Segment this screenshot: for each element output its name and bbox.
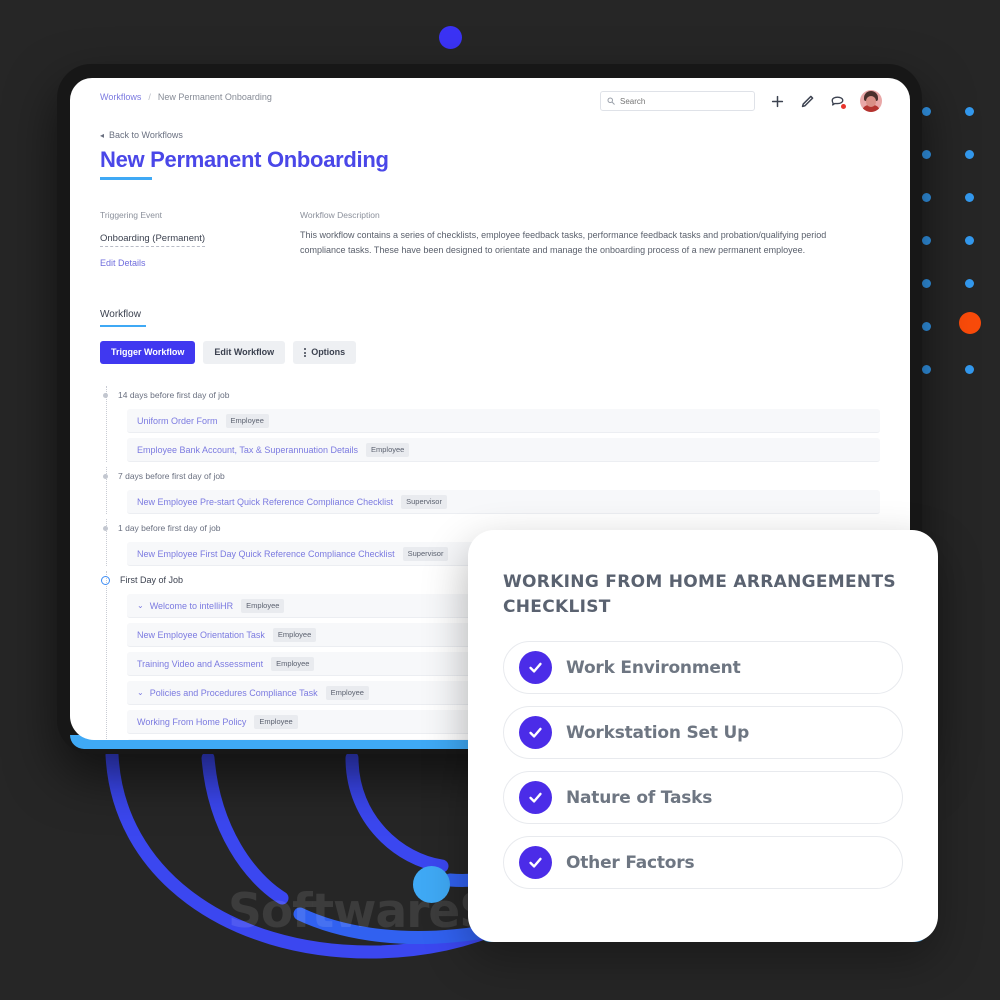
checklist-item[interactable]: Work Environment xyxy=(503,641,903,695)
page-title: New Permanent Onboarding xyxy=(100,147,389,172)
options-button[interactable]: Options xyxy=(293,341,357,364)
checklist-item-label: Workstation Set Up xyxy=(566,722,750,743)
page-title-wrap: New Permanent Onboarding xyxy=(100,140,880,180)
search-box[interactable] xyxy=(600,91,755,111)
breadcrumb-separator: / xyxy=(148,92,151,102)
meta-row: Triggering Event Onboarding (Permanent) … xyxy=(100,210,880,268)
checklist-items: Work Environment Workstation Set Up Nature… xyxy=(503,641,903,890)
back-caret-icon: ◂ xyxy=(100,130,105,140)
triggering-event-block: Triggering Event Onboarding (Permanent) … xyxy=(100,210,300,268)
task-row-link[interactable]: Policies and Procedures Compliance Task xyxy=(150,688,318,698)
checklist-item-label: Nature of Tasks xyxy=(566,787,713,808)
task-group-label: 7 days before first day of job xyxy=(118,471,225,481)
triggering-event-value: Onboarding (Permanent) xyxy=(100,233,206,247)
checklist-card: WORKING FROM HOME ARRANGEMENTS CHECKLIST… xyxy=(468,530,938,942)
decorative-dot-grid xyxy=(915,100,985,374)
checklist-item-label: Other Factors xyxy=(566,852,695,873)
task-group-header: 14 days before first day of job xyxy=(100,386,880,404)
task-row-link[interactable]: Training Video and Assessment xyxy=(137,659,263,669)
checklist-item[interactable]: Nature of Tasks xyxy=(503,771,903,825)
options-button-label: Options xyxy=(311,347,346,357)
message-icon-wrapper[interactable] xyxy=(830,94,846,109)
check-circle-icon xyxy=(519,846,552,880)
task-row-link[interactable]: Employee Bank Account, Tax & Superannuat… xyxy=(137,445,358,455)
plus-icon[interactable] xyxy=(770,94,785,109)
task-group: 7 days before first day of job New Employ… xyxy=(100,467,880,514)
task-group-rail xyxy=(105,571,107,740)
task-row[interactable]: Uniform Order Form Employee xyxy=(127,409,880,433)
breadcrumb-current: New Permanent Onboarding xyxy=(157,92,272,102)
checklist-item[interactable]: Workstation Set Up xyxy=(503,706,903,760)
back-to-workflows-link[interactable]: ◂ Back to Workflows xyxy=(100,130,880,140)
notification-badge xyxy=(841,103,846,109)
task-group-header: 7 days before first day of job xyxy=(100,467,880,485)
milestone-ring-icon xyxy=(101,575,110,585)
milestone-dot-icon xyxy=(103,525,108,531)
header-actions xyxy=(600,90,882,112)
checklist-card-title: WORKING FROM HOME ARRANGEMENTS CHECKLIST xyxy=(503,572,896,617)
task-row[interactable]: New Employee Pre-start Quick Reference C… xyxy=(127,490,880,514)
task-group-label: 14 days before first day of job xyxy=(118,390,230,400)
task-role-badge: Employee xyxy=(325,685,369,700)
breadcrumb: Workflows / New Permanent Onboarding xyxy=(100,92,272,102)
avatar[interactable] xyxy=(860,90,882,112)
task-row[interactable]: Employee Bank Account, Tax & Superannuat… xyxy=(127,438,880,462)
task-role-badge: Employee xyxy=(254,714,298,729)
edit-details-link[interactable]: Edit Details xyxy=(100,258,300,268)
task-row-link[interactable]: New Employee Orientation Task xyxy=(137,630,265,640)
task-row-link[interactable]: Welcome to intelliHR xyxy=(150,601,233,611)
task-group-label: First Day of Job xyxy=(120,575,184,585)
trigger-workflow-button[interactable]: Trigger Workflow xyxy=(100,341,196,364)
task-role-badge: Employee xyxy=(225,413,269,428)
search-input[interactable] xyxy=(620,96,748,106)
workflow-description-block: Workflow Description This workflow conta… xyxy=(300,210,880,268)
edit-workflow-button[interactable]: Edit Workflow xyxy=(203,341,286,364)
check-circle-icon xyxy=(519,716,552,750)
workflow-button-row: Trigger Workflow Edit Workflow Options xyxy=(100,341,880,364)
vertical-dots-icon xyxy=(304,348,307,357)
triggering-event-label: Triggering Event xyxy=(100,209,163,220)
task-role-badge: Employee xyxy=(365,442,410,457)
workflow-tab-label: Workflow xyxy=(100,308,141,320)
workflow-tab[interactable]: Workflow xyxy=(100,304,880,327)
screenshot-stage: SoftwareSuggest.com Workflows / New Perm… xyxy=(0,0,1000,1000)
app-header: Workflows / New Permanent Onboarding xyxy=(70,78,910,124)
task-group-label: 1 day before first day of job xyxy=(118,523,221,533)
search-icon xyxy=(607,97,615,105)
task-row-link[interactable]: Working From Home Policy xyxy=(137,717,246,727)
check-circle-icon xyxy=(519,651,552,685)
workflow-tab-underline xyxy=(100,324,146,327)
breadcrumb-root-link[interactable]: Workflows xyxy=(100,92,141,102)
decorative-ball xyxy=(413,866,450,903)
checklist-item[interactable]: Other Factors xyxy=(503,836,903,890)
chevron-down-icon[interactable]: ⌄ xyxy=(137,601,144,610)
back-link-label: Back to Workflows xyxy=(109,130,183,140)
task-row-link[interactable]: New Employee First Day Quick Reference C… xyxy=(137,549,395,559)
task-row-link[interactable]: New Employee Pre-start Quick Reference C… xyxy=(137,497,393,507)
task-role-badge: Supervisor xyxy=(401,494,447,509)
chevron-down-icon[interactable]: ⌄ xyxy=(137,688,144,697)
task-role-badge: Supervisor xyxy=(402,546,449,561)
decorative-dot-top xyxy=(439,26,462,49)
pencil-icon[interactable] xyxy=(800,94,815,109)
task-role-badge: Employee xyxy=(241,598,285,613)
milestone-dot-icon xyxy=(103,473,108,479)
task-role-badge: Employee xyxy=(272,627,317,642)
task-row-link[interactable]: Uniform Order Form xyxy=(137,416,218,426)
check-circle-icon xyxy=(519,781,552,815)
task-group: 14 days before first day of job Uniform O… xyxy=(100,386,880,462)
workflow-description-text: This workflow contains a series of check… xyxy=(300,229,827,255)
checklist-item-label: Work Environment xyxy=(566,657,741,678)
decorative-orange-dot xyxy=(959,312,981,334)
workflow-description-label: Workflow Description xyxy=(300,209,380,220)
milestone-dot-icon xyxy=(103,392,108,398)
page-title-underline xyxy=(100,177,152,180)
task-role-badge: Employee xyxy=(271,656,315,671)
